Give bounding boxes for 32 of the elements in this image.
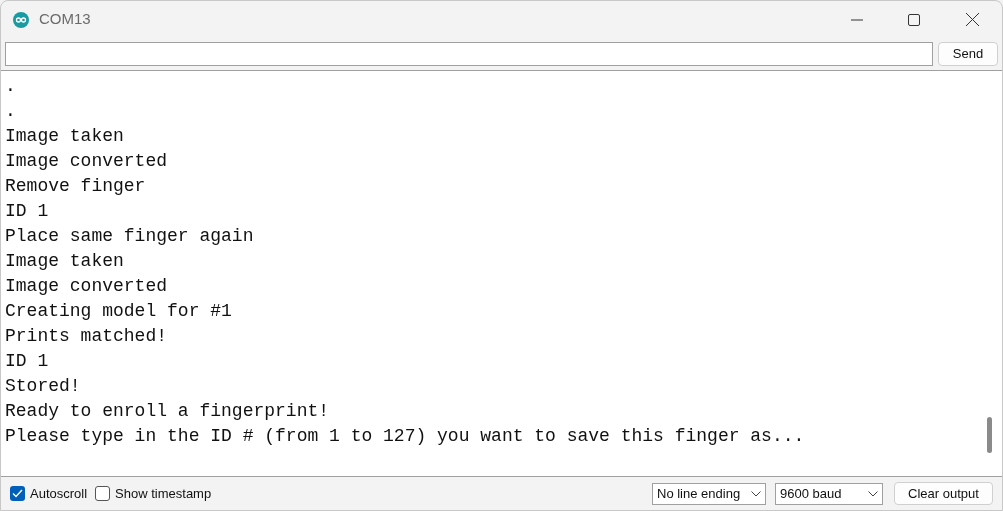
scrollbar-thumb[interactable]: [987, 417, 992, 453]
dropdown[interactable]: No line ending: [652, 482, 766, 505]
checkmark-icon: [12, 489, 23, 498]
output-line: Stored!: [5, 375, 81, 398]
output-line: Image converted: [5, 150, 168, 173]
chevron-down-icon: [751, 490, 761, 497]
output-line: Please type in the ID # (from 1 to 127) you want to save this finger as...: [5, 425, 805, 448]
message-input-field[interactable]: [5, 42, 933, 66]
output-line: ID 1: [5, 350, 49, 373]
window-title: COM13: [39, 9, 91, 30]
dropdown[interactable]: 9600 baud: [775, 482, 883, 505]
output-line: Image taken: [5, 250, 124, 273]
output-line: Creating model for #1: [5, 300, 232, 323]
app-logo-icon: [13, 11, 29, 28]
output-line: Image taken: [5, 125, 124, 148]
output-line: .: [5, 100, 16, 123]
checkbox[interactable]: [10, 486, 25, 501]
output-line: Ready to enroll a fingerprint!: [5, 400, 330, 423]
send-button[interactable]: Send: [938, 42, 998, 66]
maximize-icon[interactable]: [908, 13, 920, 26]
output-line: Remove finger: [5, 175, 146, 198]
close-icon[interactable]: [966, 13, 979, 26]
output-line: Prints matched!: [5, 325, 168, 348]
output-line: Image converted: [5, 275, 168, 298]
output-line: .: [5, 75, 16, 98]
checkbox-label[interactable]: Autoscroll: [30, 483, 88, 504]
output-line: ID 1: [5, 200, 49, 223]
clear-output-button[interactable]: Clear output: [894, 482, 993, 505]
output-line: Place same finger again: [5, 225, 254, 248]
chevron-down-icon: [868, 490, 878, 497]
checkbox-label[interactable]: Show timestamp: [115, 483, 212, 504]
checkbox[interactable]: [95, 486, 111, 501]
